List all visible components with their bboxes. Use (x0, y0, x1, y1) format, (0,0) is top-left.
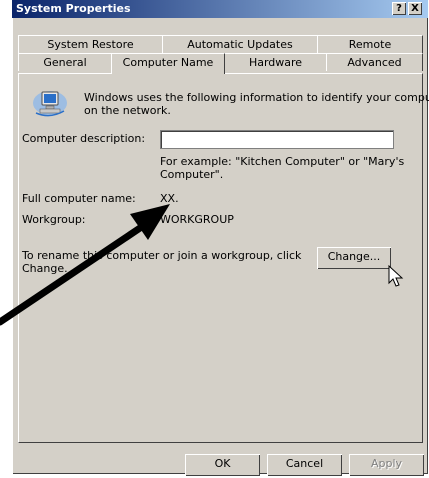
mouse-pointer-icon (388, 265, 404, 287)
intro-text-line1: Windows uses the following information t… (84, 91, 429, 104)
close-button[interactable]: X (408, 2, 422, 15)
computer-description-field[interactable] (160, 130, 394, 149)
cancel-button[interactable]: Cancel (267, 454, 342, 476)
workgroup-value: WORKGROUP (160, 213, 234, 226)
workgroup-label: Workgroup: (22, 213, 86, 226)
example-text-line2: Computer". (160, 168, 224, 181)
rename-text-line1: To rename this computer or join a workgr… (22, 249, 302, 262)
example-text-line1: For example: "Kitchen Computer" or "Mary… (160, 155, 405, 168)
tab-computer-name[interactable]: Computer Name (111, 53, 225, 74)
window-title: System Properties (16, 2, 131, 15)
tab-system-restore[interactable]: System Restore (18, 35, 163, 53)
tab-advanced[interactable]: Advanced (326, 53, 423, 71)
description-label: Computer description: (22, 132, 146, 145)
tab-general[interactable]: General (18, 53, 112, 71)
full-name-label: Full computer name: (22, 192, 136, 205)
computer-network-icon (33, 91, 67, 117)
rename-text-line2: Change. (22, 262, 68, 275)
full-name-value: XX. (160, 192, 179, 205)
help-button[interactable]: ? (392, 2, 406, 15)
tab-automatic-updates[interactable]: Automatic Updates (162, 35, 318, 53)
tab-remote[interactable]: Remote (317, 35, 423, 53)
title-bar[interactable]: System Properties ? X (12, 0, 428, 18)
change-button[interactable]: Change... (317, 247, 391, 269)
intro-text-line2: on the network. (84, 104, 171, 117)
apply-button[interactable]: Apply (349, 454, 424, 476)
system-properties-window: System Properties ? X System Restore Aut… (12, 0, 429, 476)
ok-button[interactable]: OK (185, 454, 260, 476)
tab-hardware[interactable]: Hardware (224, 53, 327, 71)
